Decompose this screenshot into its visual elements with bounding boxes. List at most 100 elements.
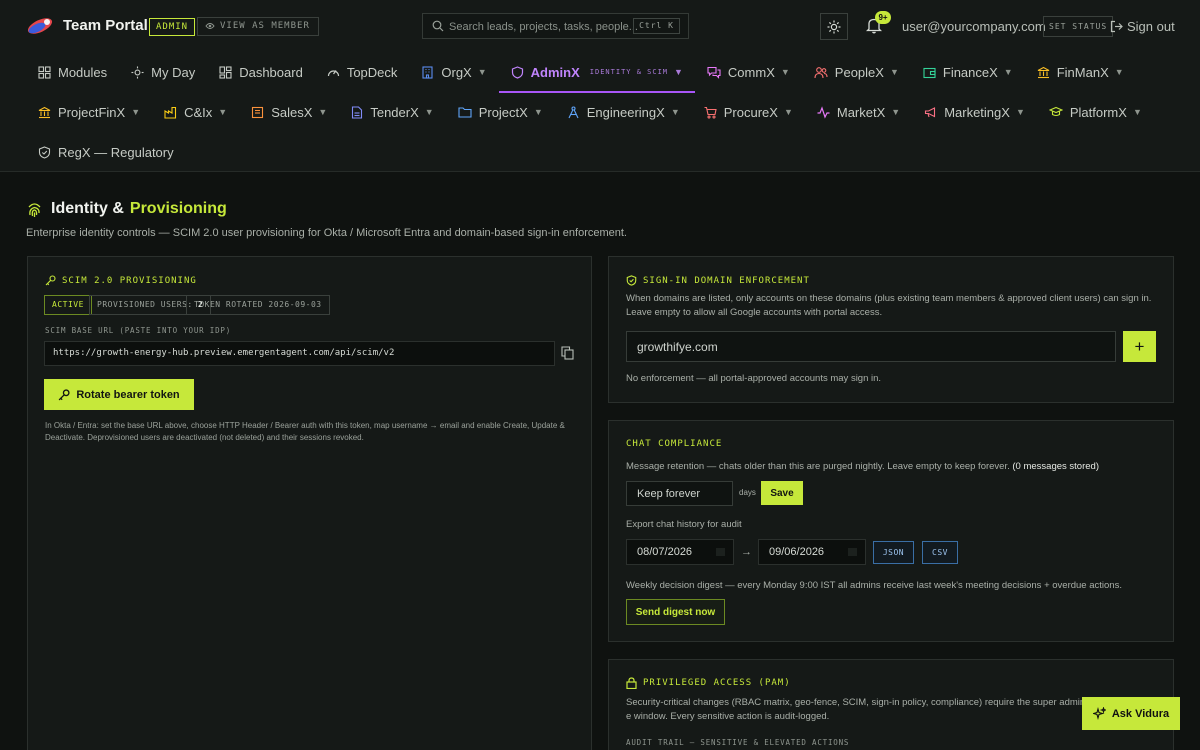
nav-item-topdeck[interactable]: TopDeck — [315, 52, 410, 92]
nav-row-1: Modules My Day Dashboard TopDeck OrgX ▼ … — [26, 52, 1136, 93]
nav-row-3: RegX — Regulatory — [26, 132, 186, 172]
nav-item-modules[interactable]: Modules — [26, 52, 119, 92]
nav-item-platformx[interactable]: PlatformX ▼ — [1037, 92, 1154, 132]
copy-icon[interactable] — [561, 346, 574, 360]
search-shortcut: Ctrl K — [633, 18, 680, 34]
folder-icon — [458, 106, 472, 118]
nav-item-dashboard[interactable]: Dashboard — [207, 52, 315, 92]
nav-label: ProjectFinX — [58, 104, 126, 120]
nav-label: SalesX — [271, 104, 313, 120]
chat-compliance-card: CHAT COMPLIANCE Message retention — chat… — [608, 420, 1174, 642]
retention-text: Message retention — chats older than thi… — [626, 460, 1166, 474]
nav-label: MarketingX — [944, 104, 1010, 120]
nav-label: C&Ix — [184, 104, 213, 120]
nav-item-finmanx[interactable]: FinManX ▼ — [1025, 52, 1136, 92]
nav-label: PeopleX — [834, 64, 884, 80]
nav-label: CommX — [727, 64, 775, 80]
receipt-icon — [251, 106, 264, 119]
people-icon — [814, 66, 828, 79]
nav-item-cix[interactable]: C&Ix ▼ — [152, 92, 239, 132]
logo-icon — [27, 18, 53, 34]
building-icon — [421, 65, 434, 79]
graduation-icon — [1048, 106, 1063, 118]
search-icon — [432, 20, 444, 32]
user-email[interactable]: user@yourcompany.com — [902, 19, 1046, 34]
nav-item-engineeringx[interactable]: EngineeringX ▼ — [555, 92, 692, 132]
scim-base-url-field[interactable]: https://growth-energy-hub.preview.emerge… — [44, 341, 555, 366]
nav-item-financex[interactable]: FinanceX ▼ — [911, 52, 1025, 92]
brand-name[interactable]: Team Portal — [63, 17, 148, 34]
global-search[interactable]: Ctrl K — [422, 13, 689, 39]
key-icon — [58, 388, 70, 400]
nav-item-my-day[interactable]: My Day — [119, 52, 207, 92]
retention-days-input[interactable]: Keep forever — [626, 481, 733, 506]
nav-item-procurex[interactable]: ProcureX ▼ — [692, 92, 805, 132]
cart-icon — [704, 106, 717, 119]
shield-check-icon — [626, 275, 637, 286]
chevron-down-icon: ▼ — [533, 107, 543, 117]
export-date-to[interactable]: 09/06/2026 — [758, 539, 866, 565]
nav-item-marketx[interactable]: MarketX ▼ — [805, 92, 912, 132]
chevron-down-icon: ▼ — [670, 107, 680, 117]
chevron-down-icon: ▼ — [780, 67, 790, 77]
rotate-token-button[interactable]: Rotate bearer token — [44, 379, 194, 410]
app-header: Team Portal ADMIN VIEW AS MEMBER Ctrl K … — [0, 0, 1200, 172]
domain-input[interactable]: growthifye.com — [626, 331, 1116, 362]
sun-icon — [827, 20, 841, 33]
set-status-button[interactable]: SET STATUS — [1043, 16, 1114, 37]
document-icon — [351, 105, 363, 119]
scim-help-text: In Okta / Entra: set the base URL above,… — [45, 421, 565, 442]
view-as-member-button[interactable]: VIEW AS MEMBER — [197, 17, 319, 36]
date-to-value: 09/06/2026 — [769, 546, 825, 558]
gauge-icon — [327, 66, 340, 79]
nav-item-salesx[interactable]: SalesX ▼ — [239, 92, 339, 132]
ask-vidura-button[interactable]: Ask Vidura — [1082, 697, 1180, 730]
chevron-down-icon: ▼ — [1114, 67, 1124, 77]
pam-heading-label: PRIVILEGED ACCESS (PAM) — [643, 678, 791, 688]
calendar-icon — [716, 548, 725, 556]
lock-icon — [626, 677, 637, 689]
bank-icon — [38, 106, 51, 119]
key-icon — [45, 275, 56, 286]
messages-stored-count: (0 messages stored) — [1012, 461, 1099, 472]
audit-trail-label: AUDIT TRAIL — SENSITIVE & ELEVATED ACTIO… — [626, 738, 850, 747]
nav-sublabel: IDENTITY & SCIM — [589, 68, 668, 76]
save-retention-button[interactable]: Save — [761, 481, 803, 505]
page-title-part1: Identity & — [51, 200, 124, 217]
chevron-down-icon: ▼ — [1015, 107, 1025, 117]
token-rotated-pill: TOKEN ROTATED 2026-09-03 — [186, 295, 330, 315]
send-digest-button[interactable]: Send digest now — [626, 599, 725, 625]
nav-item-tenderx[interactable]: TenderX ▼ — [339, 92, 445, 132]
sun-icon — [131, 65, 144, 79]
pam-heading: PRIVILEGED ACCESS (PAM) — [626, 677, 791, 689]
chevron-down-icon: ▼ — [1132, 107, 1142, 117]
nav-item-projectfinx[interactable]: ProjectFinX ▼ — [26, 92, 152, 132]
scim-card: SCIM 2.0 PROVISIONING ACTIVE PROVISIONED… — [27, 256, 592, 750]
nav-item-adminx[interactable]: AdminX IDENTITY & SCIM ▼ — [498, 52, 696, 93]
nav-item-regx[interactable]: RegX — Regulatory — [26, 132, 186, 172]
nav-item-orgx[interactable]: OrgX ▼ — [409, 52, 498, 92]
export-date-from[interactable]: 08/07/2026 — [626, 539, 734, 565]
add-domain-button[interactable]: + — [1123, 331, 1156, 362]
retention-description: Message retention — chats older than thi… — [626, 461, 1010, 472]
digest-text: Weekly decision digest — every Monday 9:… — [626, 580, 1122, 591]
nav-label: My Day — [151, 64, 196, 80]
nav-item-marketingx[interactable]: MarketingX ▼ — [912, 92, 1037, 132]
role-badge: ADMIN — [149, 18, 196, 36]
chat-icon — [707, 66, 721, 79]
export-csv-button[interactable]: CSV — [922, 541, 958, 564]
search-input[interactable] — [449, 18, 644, 35]
theme-toggle-button[interactable] — [820, 13, 848, 40]
nav-label: FinanceX — [942, 64, 998, 80]
nav-label: RegX — Regulatory — [58, 144, 174, 160]
nav-item-commx[interactable]: CommX ▼ — [695, 52, 802, 92]
days-label: days — [739, 488, 756, 497]
nav-item-peoplex[interactable]: PeopleX ▼ — [802, 52, 911, 92]
domain-heading-label: SIGN-IN DOMAIN ENFORCEMENT — [643, 275, 810, 286]
export-json-button[interactable]: JSON — [873, 541, 914, 564]
nav-label: ProjectX — [478, 104, 528, 120]
nav-item-projectx[interactable]: ProjectX ▼ — [446, 92, 555, 132]
chevron-down-icon: ▼ — [477, 67, 487, 77]
nav-label: OrgX — [441, 64, 472, 80]
sign-out-button[interactable]: Sign out — [1110, 19, 1175, 34]
